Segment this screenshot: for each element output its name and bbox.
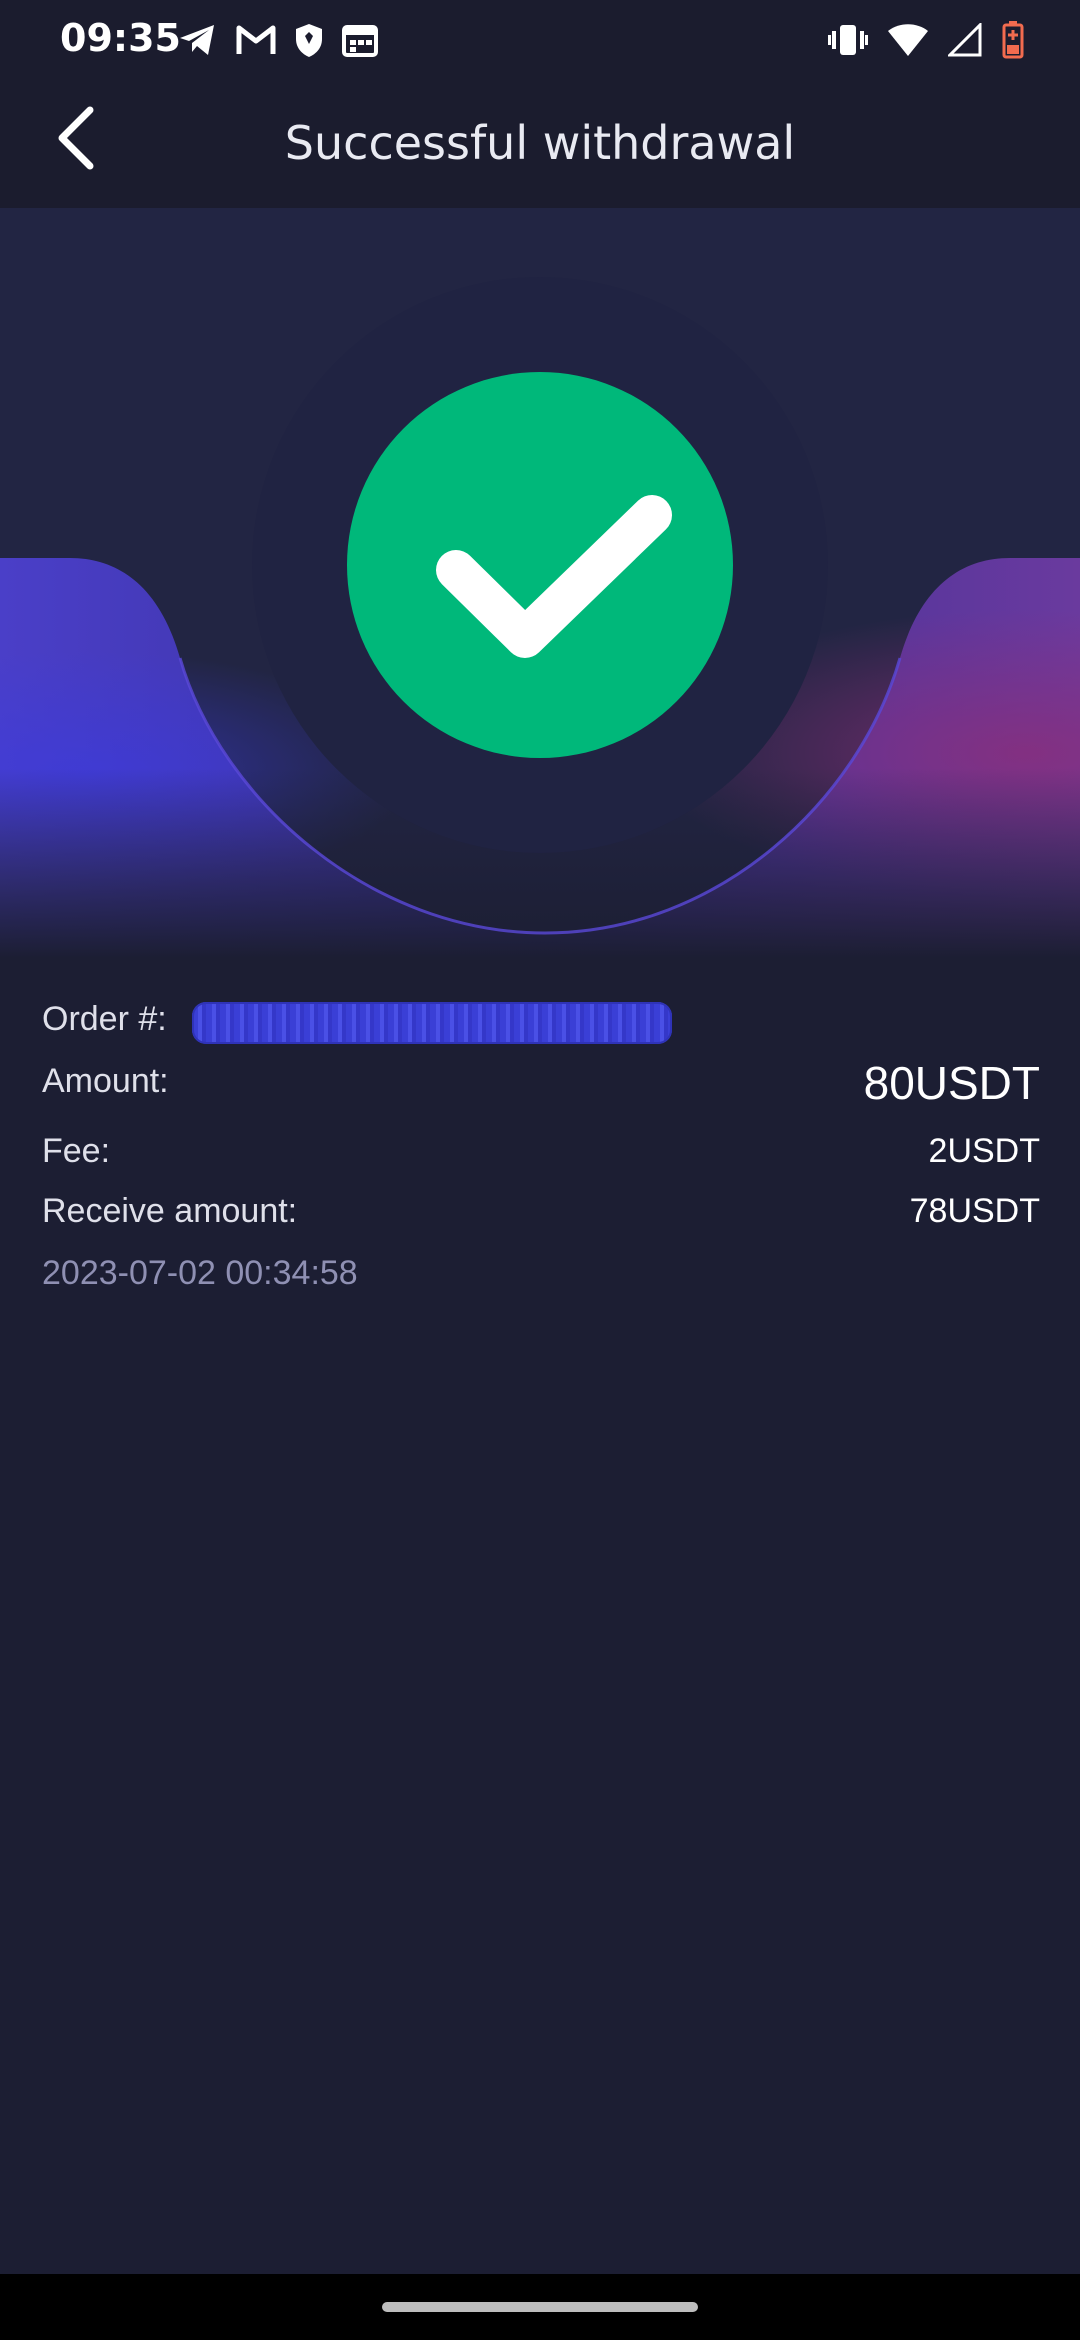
fee-label: Fee: bbox=[42, 1132, 111, 1170]
fee-value: 2USDT bbox=[928, 1132, 1040, 1170]
success-illustration bbox=[0, 208, 1080, 958]
transaction-timestamp: 2023-07-02 00:34:58 bbox=[42, 1254, 358, 1292]
battery-icon bbox=[1002, 21, 1024, 59]
success-banner bbox=[0, 208, 1080, 958]
receive-row: Receive amount: 78USDT bbox=[42, 1192, 1040, 1252]
order-label: Order #: bbox=[42, 1000, 167, 1038]
vibrate-icon bbox=[828, 22, 868, 58]
order-number-redacted bbox=[192, 1002, 672, 1044]
amount-row: Amount: 80USDT bbox=[42, 1056, 1040, 1116]
receive-value: 78USDT bbox=[909, 1192, 1040, 1230]
status-time: 09:35 bbox=[60, 16, 181, 60]
fee-row: Fee: 2USDT bbox=[42, 1132, 1040, 1192]
wifi-icon bbox=[888, 23, 928, 57]
top-app-bar: Successful withdrawal bbox=[0, 80, 1080, 208]
telegram-icon bbox=[178, 22, 218, 58]
navigation-bar bbox=[0, 2274, 1080, 2340]
notification-icons bbox=[178, 18, 378, 62]
status-bar: 09:35 bbox=[0, 0, 1080, 80]
shield-icon bbox=[294, 22, 324, 58]
amount-value: 80USDT bbox=[863, 1057, 1040, 1109]
home-indicator[interactable] bbox=[382, 2302, 698, 2312]
calendar-icon bbox=[342, 23, 378, 57]
gmail-icon bbox=[236, 24, 276, 56]
order-row: Order #: bbox=[42, 1000, 1040, 1060]
withdrawal-success-screen: 09:35 Successful withdrawal Order #: Amo… bbox=[0, 0, 1080, 2340]
amount-label: Amount: bbox=[42, 1062, 169, 1100]
check-circle-icon bbox=[347, 372, 733, 758]
signal-icon bbox=[948, 23, 982, 57]
page-title: Successful withdrawal bbox=[284, 116, 796, 170]
receive-label: Receive amount: bbox=[42, 1192, 298, 1230]
system-icons bbox=[828, 18, 1024, 62]
